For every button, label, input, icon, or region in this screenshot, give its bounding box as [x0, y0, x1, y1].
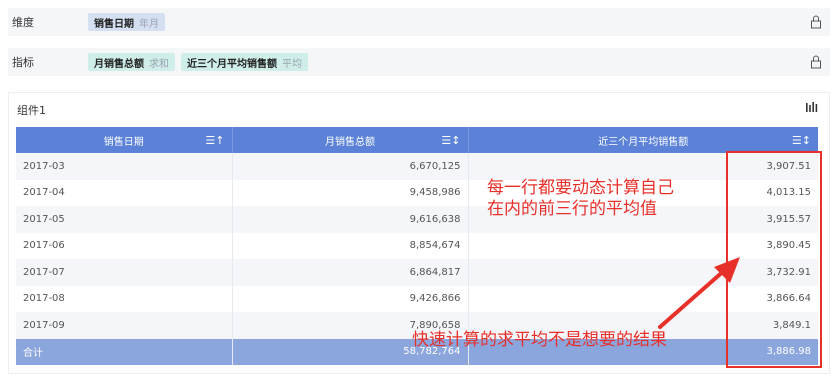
- cell-date: 2017-09: [16, 312, 233, 339]
- dimension-bar: 维度 销售日期 年月: [8, 8, 830, 36]
- table-row: 2017-04 9,458,986 4,013.15: [16, 179, 818, 206]
- red-arrow-icon: [658, 257, 740, 329]
- table-header-row: 销售日期 ☰↑ 月销售总额 ☰↕ 近三个月平均销售额 ☰↕: [16, 127, 818, 153]
- chip-label: 销售日期: [94, 18, 134, 30]
- dimension-chip-sales-date[interactable]: 销售日期 年月: [88, 13, 165, 31]
- metric-chip-3month-avg[interactable]: 近三个月平均销售额 平均: [181, 53, 308, 71]
- cell-total-label: 合计: [16, 338, 233, 365]
- chip-sublabel: 平均: [282, 58, 302, 70]
- cell-date: 2017-04: [16, 179, 233, 206]
- sort-icon[interactable]: ☰↕: [441, 134, 460, 147]
- sort-icon[interactable]: ☰↕: [792, 134, 811, 147]
- cell-date: 2017-05: [16, 206, 233, 233]
- panel-title: 组件1: [17, 104, 46, 117]
- lock-icon[interactable]: [810, 15, 822, 29]
- cell-date: 2017-08: [16, 285, 233, 312]
- cell-monthly-sales: 9,458,986: [232, 179, 469, 206]
- chip-label: 月销售总额: [94, 58, 144, 70]
- annotation-line: 每一行都要动态计算自己: [487, 178, 674, 198]
- dimension-label: 维度: [12, 16, 34, 29]
- table-row: 2017-03 6,670,125 3,907.51: [16, 153, 818, 180]
- annotation-line: 在内的前三行的平均值: [487, 199, 657, 219]
- cell-date: 2017-07: [16, 259, 233, 286]
- table-row: 2017-05 9,616,638 3,915.57: [16, 206, 818, 233]
- chip-sublabel: 求和: [149, 58, 169, 70]
- cell-monthly-sales: 6,864,817: [232, 259, 469, 286]
- sort-icon[interactable]: ☰↑: [205, 134, 224, 147]
- column-header-monthly-sales[interactable]: 月销售总额 ☰↕: [232, 127, 469, 153]
- cell-monthly-sales: 8,854,674: [232, 232, 469, 259]
- annotation-note: 每一行都要动态计算自己 在内的前三行的平均值: [487, 178, 674, 220]
- column-header-3month-avg[interactable]: 近三个月平均销售额 ☰↕: [468, 127, 818, 153]
- column-header-sales-date[interactable]: 销售日期 ☰↑: [16, 127, 233, 153]
- metrics-bar: 指标 月销售总额 求和 近三个月平均销售额 平均: [8, 48, 830, 76]
- cell-date: 2017-03: [16, 153, 233, 180]
- metrics-label: 指标: [12, 56, 34, 69]
- annotation-note-bottom: 快速计算的求平均不是想要的结果: [412, 330, 667, 350]
- chip-label: 近三个月平均销售额: [187, 58, 277, 70]
- cell-monthly-sales: 9,426,866: [232, 285, 469, 312]
- metric-chip-monthly-sales[interactable]: 月销售总额 求和: [88, 53, 175, 71]
- cell-monthly-sales: 6,670,125: [232, 153, 469, 180]
- chip-sublabel: 年月: [139, 18, 159, 30]
- lock-icon[interactable]: [810, 55, 822, 69]
- column-chart-icon[interactable]: [805, 101, 819, 113]
- cell-date: 2017-06: [16, 232, 233, 259]
- cell-monthly-sales: 9,616,638: [232, 206, 469, 233]
